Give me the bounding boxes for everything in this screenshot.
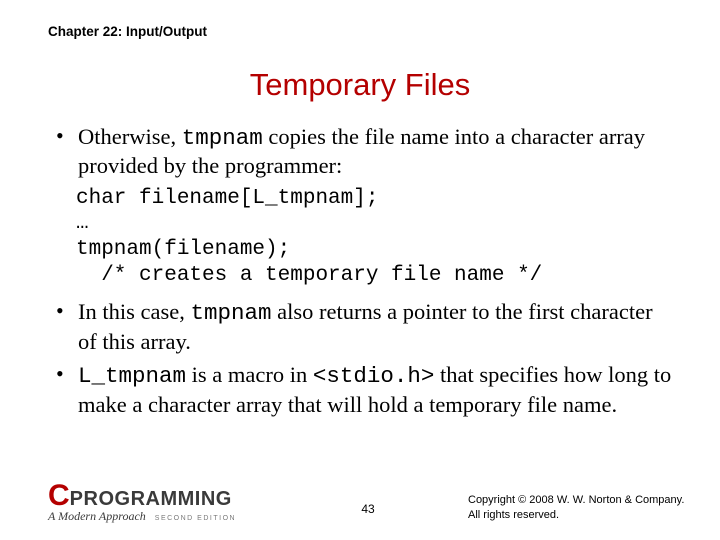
chapter-label: Chapter 22: Input/Output (48, 24, 672, 39)
bullet-3-code-1: L_tmpnam (78, 363, 186, 389)
logo-sub-text: A Modern Approach (48, 509, 146, 523)
bullet-2: In this case, tmpnam also returns a poin… (54, 298, 672, 355)
bullet-1-text-pre: Otherwise, (78, 124, 182, 149)
page-number: 43 (361, 502, 374, 516)
bullet-1-code: tmpnam (182, 125, 263, 151)
logo-edition: SECOND EDITION (155, 515, 236, 522)
book-logo: CPROGRAMMING A Modern Approach SECOND ED… (48, 481, 236, 522)
slide-title: Temporary Files (48, 67, 672, 103)
bullet-2-code: tmpnam (190, 300, 271, 326)
footer: CPROGRAMMING A Modern Approach SECOND ED… (48, 481, 688, 522)
copyright: Copyright © 2008 W. W. Norton & Company.… (468, 493, 688, 522)
bullet-2-text-pre: In this case, (78, 299, 190, 324)
logo-top: CPROGRAMMING (48, 481, 236, 511)
code-block: char filename[L_tmpnam]; … tmpnam(filena… (76, 186, 672, 288)
logo-subtitle: A Modern Approach SECOND EDITION (48, 510, 236, 522)
slide: Chapter 22: Input/Output Temporary Files… (0, 0, 720, 540)
bullet-list: Otherwise, tmpnam copies the file name i… (48, 123, 672, 180)
logo-c: C (48, 481, 69, 511)
bullet-3-code-2: <stdio.h> (313, 363, 435, 389)
bullet-3-text-mid: is a macro in (186, 362, 313, 387)
logo-programming: PROGRAMMING (70, 489, 232, 509)
bullet-1: Otherwise, tmpnam copies the file name i… (54, 123, 672, 180)
bullet-list-2: In this case, tmpnam also returns a poin… (48, 298, 672, 418)
bullet-3: L_tmpnam is a macro in <stdio.h> that sp… (54, 361, 672, 418)
